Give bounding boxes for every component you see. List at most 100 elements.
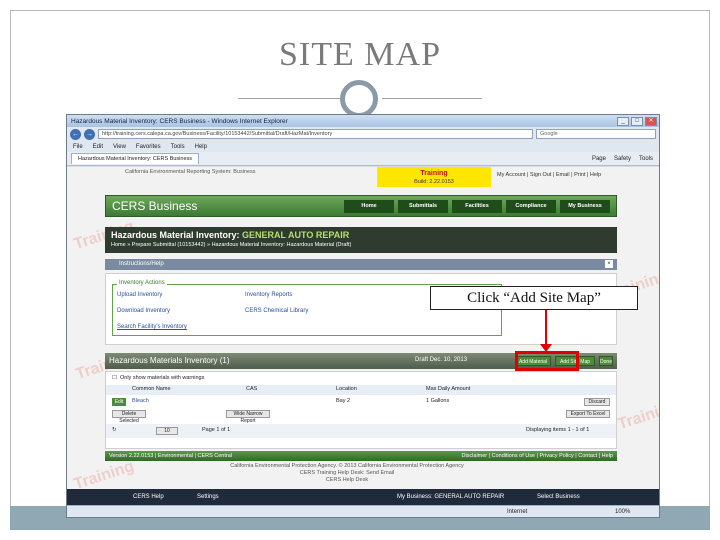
refresh-icon[interactable]: ↻ bbox=[112, 427, 117, 433]
browser-titlebar: Hazardous Material Inventory: CERS Busin… bbox=[67, 115, 659, 127]
link-print[interactable]: Print bbox=[574, 172, 585, 178]
select-business-button[interactable]: Select Business bbox=[537, 489, 580, 505]
menu-view[interactable]: View bbox=[113, 144, 126, 150]
edit-button[interactable]: Edit bbox=[112, 398, 126, 406]
zone-label: Internet bbox=[507, 509, 528, 515]
nav-compliance[interactable]: Compliance bbox=[506, 200, 556, 213]
maximize-button[interactable]: □ bbox=[631, 116, 643, 126]
row-common-name[interactable]: Bleach bbox=[132, 398, 149, 404]
export-excel-button[interactable]: Export To Excel bbox=[566, 410, 610, 418]
inventory-reports-link[interactable]: Inventory Reports bbox=[245, 292, 292, 298]
training-watermark: Training bbox=[615, 397, 660, 434]
pager-displaying: Displaying items 1 - 1 of 1 bbox=[526, 427, 590, 433]
help-bar-label: Instructions/Help bbox=[119, 261, 164, 267]
forward-arrow-icon[interactable]: → bbox=[84, 128, 95, 140]
grid-toolbar: Delete Selected Wide Narrow Report Expor… bbox=[106, 410, 616, 424]
footer-links-left[interactable]: Version 2.22.0153 | Environmental | CERS… bbox=[109, 451, 232, 461]
footer-bar: Version 2.22.0153 | Environmental | CERS… bbox=[105, 451, 617, 461]
instruction-callout: Click “Add Site Map” bbox=[430, 286, 638, 310]
web-page: Training Training Training Training Trai… bbox=[67, 167, 660, 505]
callout-arrow bbox=[545, 310, 547, 348]
command-page[interactable]: Page bbox=[592, 156, 606, 162]
inventory-actions-legend: Inventory Actions bbox=[117, 280, 167, 286]
link-help[interactable]: Help bbox=[590, 172, 601, 178]
training-label: Training bbox=[420, 170, 448, 177]
pager-page[interactable]: Page 1 of 1 bbox=[202, 427, 230, 433]
search-input[interactable]: Google bbox=[536, 129, 656, 139]
grid-header-row: Common Name CAS Location Max Daily Amoun… bbox=[106, 385, 616, 395]
menu-favorites[interactable]: Favorites bbox=[136, 144, 161, 150]
instructions-help-bar[interactable]: Instructions/Help × bbox=[105, 259, 617, 270]
discard-button[interactable]: Discard bbox=[584, 398, 610, 406]
col-location[interactable]: Location bbox=[336, 386, 357, 392]
nav-facilities[interactable]: Facilities bbox=[452, 200, 502, 213]
main-nav: Home Submittals Facilities Compliance My… bbox=[344, 200, 610, 213]
inventory-title: Hazardous Materials Inventory (1) bbox=[109, 356, 230, 365]
cers-logo[interactable]: CERS Business bbox=[112, 199, 197, 213]
title-rule-right bbox=[382, 98, 482, 99]
training-badge: Training Build: 2.22.0153 bbox=[377, 167, 491, 187]
inventory-grid: ☐ Only show materials with warnings Comm… bbox=[105, 371, 617, 449]
upload-inventory-link[interactable]: Upload Inventory bbox=[117, 292, 162, 298]
agency-name: California Environmental Reporting Syste… bbox=[125, 169, 256, 175]
grid-pager: ↻ 10 Page 1 of 1 Displaying items 1 - 1 … bbox=[106, 424, 616, 438]
menu-help[interactable]: Help bbox=[195, 144, 207, 150]
col-cas[interactable]: CAS bbox=[246, 386, 257, 392]
breadcrumb[interactable]: Home » Prepare Submittal (10153442) » Ha… bbox=[111, 242, 351, 248]
slide-title: SITE MAP bbox=[279, 36, 441, 73]
command-safety[interactable]: Safety bbox=[614, 156, 631, 162]
cers-help-button[interactable]: CERS Help bbox=[133, 489, 164, 505]
nav-my-business[interactable]: My Business bbox=[560, 200, 610, 213]
copyright: California Environmental Protection Agen… bbox=[197, 463, 497, 484]
command-tools[interactable]: Tools bbox=[639, 156, 653, 162]
chemical-library-link[interactable]: CERS Chemical Library bbox=[245, 308, 308, 314]
back-arrow-icon[interactable]: ← bbox=[70, 128, 81, 140]
build-number: Build: 2.22.0153 bbox=[414, 179, 454, 185]
facility-name: GENERAL AUTO REPAIR bbox=[242, 230, 350, 240]
link-my-account[interactable]: My Account bbox=[497, 172, 525, 178]
nav-home[interactable]: Home bbox=[344, 200, 394, 213]
done-button[interactable]: Done bbox=[599, 356, 613, 366]
col-max-daily-amount[interactable]: Max Daily Amount bbox=[426, 386, 470, 392]
warnings-checkbox[interactable]: ☐ bbox=[112, 375, 117, 381]
window-title: Hazardous Material Inventory: CERS Busin… bbox=[71, 117, 288, 125]
download-inventory-link[interactable]: Download Inventory bbox=[117, 308, 170, 314]
menu-file[interactable]: File bbox=[73, 144, 83, 150]
close-button[interactable]: ✕ bbox=[645, 116, 657, 126]
nav-submittals[interactable]: Submittals bbox=[398, 200, 448, 213]
warnings-checkbox-label: Only show materials with warnings bbox=[120, 375, 205, 381]
minimize-button[interactable]: _ bbox=[617, 116, 629, 126]
browser-window: Hazardous Material Inventory: CERS Busin… bbox=[66, 114, 660, 518]
page-title: Hazardous Material Inventory: GENERAL AU… bbox=[111, 230, 349, 240]
copyright-line-2[interactable]: CERS Training Help Desk: Send Email bbox=[197, 470, 497, 477]
zoom-level[interactable]: 100% bbox=[615, 506, 630, 517]
status-bar: Internet 100% bbox=[67, 505, 659, 517]
cers-header: CERS Business Home Submittals Facilities… bbox=[105, 195, 617, 217]
wide-narrow-report-button[interactable]: Wide Narrow Report bbox=[226, 410, 270, 424]
page-title-prefix: Hazardous Material Inventory: bbox=[111, 230, 240, 240]
add-site-map-highlight bbox=[515, 351, 579, 371]
command-bar: Page Safety Tools bbox=[592, 156, 659, 162]
copyright-line-3[interactable]: CERS Help Desk bbox=[197, 477, 497, 484]
my-business-label: My Business: GENERAL AUTO REPAIR bbox=[397, 494, 505, 500]
address-bar[interactable]: http://training.cers.calepa.ca.gov/Busin… bbox=[98, 129, 533, 139]
delete-selected-button[interactable]: Delete Selected bbox=[112, 410, 146, 424]
footer-links-right[interactable]: Disclaimer | Conditions of Use | Privacy… bbox=[461, 451, 613, 461]
row-max-daily-amount: 1 Gallons bbox=[426, 398, 450, 404]
address-row: ← → http://training.cers.calepa.ca.gov/B… bbox=[67, 127, 659, 141]
col-common-name[interactable]: Common Name bbox=[132, 386, 171, 392]
page-size-select[interactable]: 10 bbox=[156, 427, 178, 435]
row-location: Bay 2 bbox=[336, 398, 351, 404]
search-inventory-link[interactable]: Search Facility's Inventory bbox=[117, 324, 187, 330]
copyright-line-1: California Environmental Protection Agen… bbox=[230, 463, 464, 469]
tab-hazmat-inventory[interactable]: Hazardous Material Inventory: CERS Busin… bbox=[71, 153, 200, 164]
user-links: My Account | Sign Out | Email | Print | … bbox=[497, 172, 602, 178]
link-email[interactable]: Email bbox=[556, 172, 570, 178]
collapse-icon[interactable]: × bbox=[605, 260, 613, 268]
menu-edit[interactable]: Edit bbox=[93, 144, 103, 150]
settings-button[interactable]: Settings bbox=[197, 489, 219, 505]
menu-tools[interactable]: Tools bbox=[171, 144, 185, 150]
grid-filter-row: ☐ Only show materials with warnings bbox=[106, 374, 616, 384]
title-circle-ornament bbox=[340, 80, 378, 118]
link-sign-out[interactable]: Sign Out bbox=[530, 172, 551, 178]
